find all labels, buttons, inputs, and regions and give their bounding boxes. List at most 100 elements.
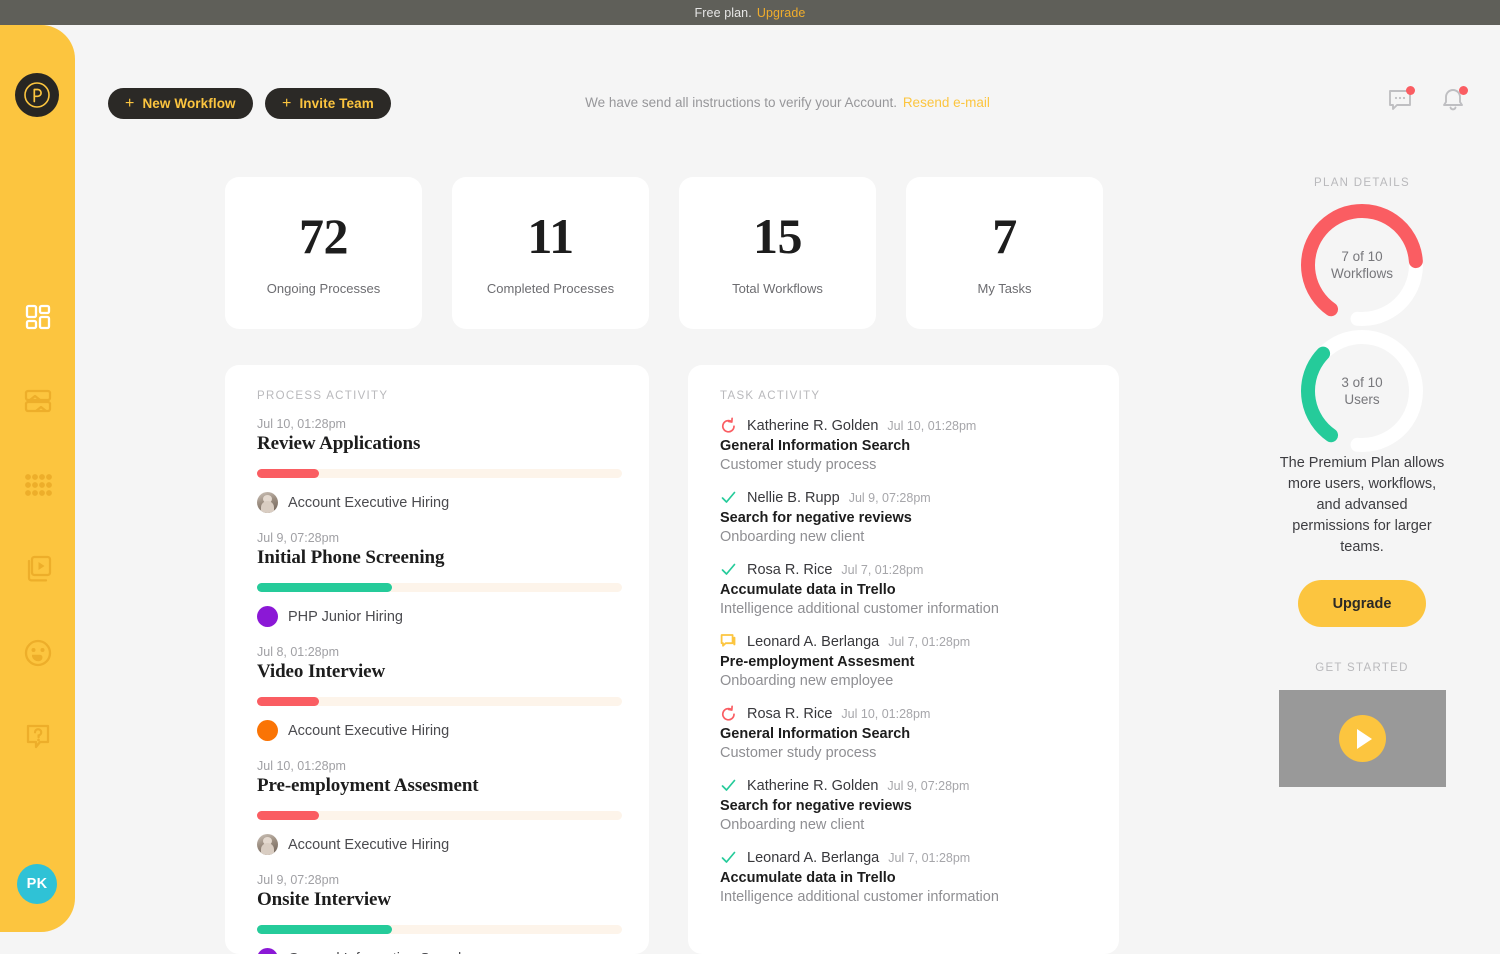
task-activity-card: TASK ACTIVITY Katherine R. Golden Jul 10,…	[688, 365, 1119, 954]
task-user: Nellie B. Rupp	[747, 489, 840, 506]
reopened-icon	[722, 705, 735, 721]
task-date: Jul 10, 01:28pm	[841, 706, 931, 721]
process-activity-item[interactable]: Jul 9, 07:28pm Initial Phone Screening PHP…	[257, 531, 649, 627]
task-user: Rosa R. Rice	[747, 561, 833, 578]
reopened-icon	[722, 417, 735, 433]
task-user: Katherine R. Golden	[747, 777, 879, 794]
get-started-video[interactable]	[1278, 690, 1446, 788]
task-activity-item[interactable]: Katherine R. Golden Jul 10, 01:28pm Genera…	[720, 417, 1119, 474]
task-header: Rosa R. Rice Jul 7, 01:28pm	[720, 561, 1119, 578]
task-title: Accumulate data in Trello	[720, 582, 896, 598]
task-header: Leonard A. Berlanga Jul 7, 01:28pm	[720, 633, 1119, 650]
processes-dots-icon	[24, 474, 52, 496]
process-activity-item[interactable]: Jul 10, 01:28pm Review Applications Accoun…	[257, 417, 649, 513]
users-donut: 3 of 10 Users	[1296, 325, 1428, 457]
get-started-title: GET STARTED	[1315, 662, 1409, 675]
donut-label: 3 of 10 Users	[1296, 325, 1428, 457]
sidebar-item-people[interactable]	[0, 611, 75, 695]
stat-label: Ongoing Processes	[266, 280, 381, 296]
process-workflow-label: Account Executive Hiring	[288, 836, 450, 853]
task-activity-item[interactable]: Leonard A. Berlanga Jul 7, 01:28pm Pre-emp…	[720, 633, 1119, 690]
completed-check-icon	[721, 563, 736, 575]
logo-p-icon	[24, 82, 50, 108]
sidebar: PK	[0, 25, 75, 932]
free-plan-text: Free plan.	[694, 5, 752, 20]
stat-value: 72	[299, 207, 349, 264]
app-logo[interactable]	[15, 73, 59, 117]
process-workflow-label: Account Executive Hiring	[288, 494, 450, 511]
stat-card[interactable]: 72 Ongoing Processes	[225, 177, 422, 329]
process-progress-bar	[257, 469, 622, 478]
plan-details-panel: PLAN DETAILS 7 of 10 Workflows 3 of 10 User…	[1276, 177, 1448, 788]
process-workflow-row: General Information Search	[257, 948, 649, 954]
donut-unit-line: Workflows	[1330, 266, 1393, 281]
stat-card[interactable]: 7 My Tasks	[906, 177, 1103, 329]
task-activity-item[interactable]: Rosa R. Rice Jul 7, 01:28pm Accumulate dat…	[720, 561, 1119, 618]
process-workflow-row: Account Executive Hiring	[257, 720, 649, 741]
task-activity-item[interactable]: Leonard A. Berlanga Jul 7, 01:28pm Accumul…	[720, 849, 1119, 906]
task-subtitle: Onboarding new employee	[720, 673, 894, 689]
completed-check-icon	[721, 851, 736, 863]
process-name: Video Interview	[257, 661, 386, 682]
top-header: + New Workflow + Invite Team We have sen…	[75, 25, 1500, 119]
process-avatar	[257, 834, 278, 855]
task-date: Jul 9, 07:28pm	[848, 490, 931, 505]
donut-value-line: 7 of 10	[1341, 248, 1383, 264]
plan-banner-upgrade-link[interactable]: Upgrade	[757, 6, 806, 20]
task-title: Search for negative reviews	[720, 798, 912, 814]
free-plan-banner: Free plan. Upgrade	[0, 0, 1500, 25]
task-subtitle: Onboarding new client	[720, 817, 865, 833]
sidebar-item-media[interactable]	[0, 527, 75, 611]
sidebar-item-templates[interactable]	[0, 359, 75, 443]
process-workflow-row: Account Executive Hiring	[257, 834, 649, 855]
completed-check-icon	[721, 491, 736, 503]
sidebar-item-dashboard[interactable]	[0, 275, 75, 359]
task-status-icon	[720, 489, 737, 506]
task-date: Jul 7, 01:28pm	[841, 562, 924, 577]
process-progress-bar	[257, 583, 622, 592]
templates-icon	[24, 389, 51, 413]
process-workflow-label: General Information Search	[288, 951, 466, 954]
help-question-icon	[26, 724, 49, 749]
comment-icon	[720, 634, 736, 647]
process-activity-card: PROCESS ACTIVITY Jul 10, 01:28pm Review A…	[225, 365, 649, 954]
sidebar-nav	[0, 275, 75, 779]
stat-label: Total Workflows	[732, 280, 823, 296]
stat-value: 15	[753, 207, 803, 264]
task-subtitle: Customer study process	[720, 745, 877, 761]
process-date: Jul 9, 07:28pm	[257, 531, 339, 545]
people-icon	[24, 639, 51, 667]
task-status-icon	[720, 705, 737, 722]
process-activity-item[interactable]: Jul 9, 07:28pm Onsite Interview General In…	[257, 873, 649, 954]
process-activity-item[interactable]: Jul 8, 01:28pm Video Interview Account Exe…	[257, 645, 649, 741]
task-user: Leonard A. Berlanga	[747, 633, 880, 650]
activity-row: PROCESS ACTIVITY Jul 10, 01:28pm Review A…	[225, 365, 1119, 954]
task-activity-item[interactable]: Nellie B. Rupp Jul 9, 07:28pm Search for n…	[720, 489, 1119, 546]
stat-card[interactable]: 15 Total Workflows	[679, 177, 876, 329]
stats-row: 72 Ongoing Processes 11 Completed Processes…	[225, 177, 1103, 329]
stat-card[interactable]: 11 Completed Processes	[452, 177, 649, 329]
sidebar-item-help[interactable]	[0, 695, 75, 779]
task-user: Leonard A. Berlanga	[747, 849, 880, 866]
process-workflow-label: PHP Junior Hiring	[288, 608, 403, 625]
task-title: Pre-employment Assesment	[720, 654, 915, 670]
stat-value: 11	[527, 207, 574, 264]
task-status-icon	[720, 777, 737, 794]
task-subtitle: Intelligence additional customer informa…	[720, 889, 999, 905]
process-avatar	[257, 492, 278, 513]
donut-value-line: 3 of 10	[1341, 374, 1383, 390]
task-activity-item[interactable]: Katherine R. Golden Jul 9, 07:28pm Search …	[720, 777, 1119, 834]
process-activity-title: PROCESS ACTIVITY	[257, 390, 389, 402]
sidebar-user-avatar[interactable]: PK	[17, 864, 57, 904]
messages-badge-dot	[1406, 86, 1415, 95]
process-activity-item[interactable]: Jul 10, 01:28pm Pre-employment Assesment A…	[257, 759, 649, 855]
process-avatar	[257, 948, 278, 954]
task-subtitle: Customer study process	[720, 457, 877, 473]
process-name: Pre-employment Assesment	[257, 775, 479, 796]
sidebar-item-processes[interactable]	[0, 443, 75, 527]
task-title: Search for negative reviews	[720, 510, 912, 526]
upgrade-button[interactable]: Upgrade	[1298, 580, 1426, 628]
completed-check-icon	[721, 779, 736, 791]
task-title: Accumulate data in Trello	[720, 870, 896, 886]
task-activity-item[interactable]: Rosa R. Rice Jul 10, 01:28pm General Infor…	[720, 705, 1119, 762]
